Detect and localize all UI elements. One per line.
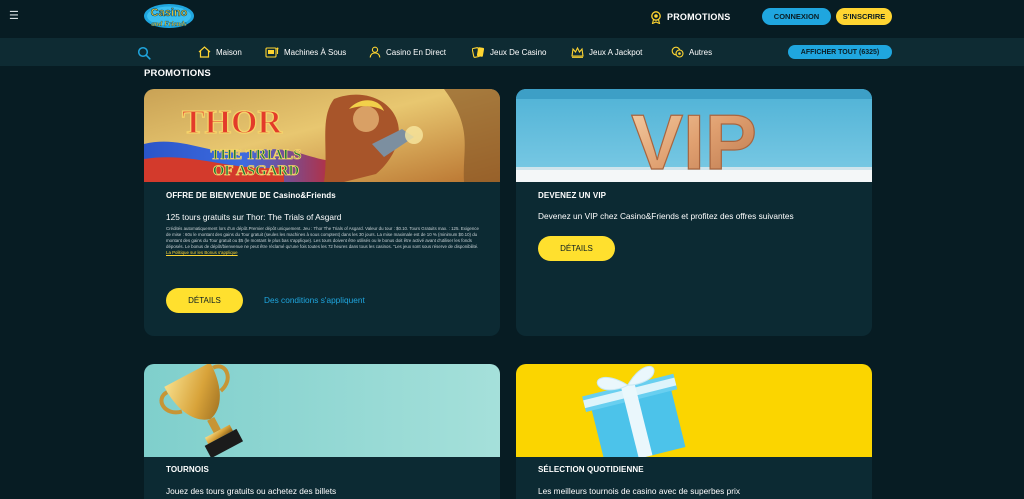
terms-text: Crédités automatiquement lors d'un dépôt… — [166, 226, 479, 249]
nav-item-autres[interactable]: Autres — [671, 44, 712, 60]
card-title: TOURNOIS — [166, 465, 209, 474]
thor-banner-image: THOR THE TRIALS OF ASGARD — [144, 89, 500, 182]
promotions-label: PROMOTIONS — [667, 12, 731, 22]
nav-item-jeux-a-jackpot[interactable]: Jeux A Jackpot — [571, 44, 642, 60]
nav-item-label: Casino En Direct — [386, 47, 447, 57]
gift-banner-image — [516, 364, 872, 457]
card-title: DEVENEZ UN VIP — [538, 191, 607, 200]
card-subtitle: Les meilleurs tournois de casino avec de… — [538, 486, 740, 496]
vip-banner-image: VIP — [516, 89, 872, 182]
nav-item-label: Jeux De Casino — [490, 47, 547, 57]
show-all-games-button[interactable]: AFFICHER TOUT (6325) — [788, 45, 892, 59]
nav-item-maison[interactable]: Maison — [198, 44, 242, 60]
promo-card-tournaments: TOURNOIS Jouez des tours gratuits ou ach… — [144, 364, 500, 499]
logo[interactable]: Casino and Friends — [141, 2, 197, 34]
banner-subtitle-text-2: OF ASGARD — [213, 163, 300, 179]
banner-subtitle-text-1: THE TRIALS — [210, 147, 301, 163]
menu-icon[interactable]: ☰ — [9, 11, 19, 22]
jackpot-icon — [571, 46, 584, 58]
card-subtitle: Jouez des tours gratuits ou achetez des … — [166, 486, 337, 496]
login-button[interactable]: CONNEXION — [762, 8, 831, 25]
slot-machine-icon — [265, 47, 279, 58]
promo-card-vip: VIP DEVENEZ UN VIP Devenez un VIP chez C… — [516, 89, 872, 336]
top-bar: ☰ Casino and Friends PROMOTIONS CONNEXIO… — [0, 0, 1024, 38]
promo-card-daily-selection: SÉLECTION QUOTIDIENNE Les meilleurs tour… — [516, 364, 872, 499]
details-button[interactable]: DÉTAILS — [538, 236, 615, 261]
nav-item-label: Machines À Sous — [284, 47, 347, 57]
cards-icon — [472, 47, 485, 58]
nav-item-jeux-de-casino[interactable]: Jeux De Casino — [472, 44, 546, 60]
vip-banner-text: VIP — [631, 98, 757, 182]
promo-card-welcome: THOR THE TRIALS OF ASGARD OFFRE DE BIENV… — [144, 89, 500, 336]
award-icon — [651, 11, 661, 24]
nav-item-machines-a-sous[interactable]: Machines À Sous — [265, 44, 346, 60]
conditions-link[interactable]: Des conditions s'appliquent — [264, 295, 365, 305]
nav-item-label: Jeux A Jackpot — [589, 47, 643, 57]
logo-text-main: Casino — [151, 7, 188, 19]
card-title: SÉLECTION QUOTIDIENNE — [538, 465, 644, 474]
signup-button[interactable]: S'INSCRIRE — [836, 8, 892, 25]
card-title: OFFRE DE BIENVENUE DE Casino&Friends — [166, 191, 336, 200]
logo-text-sub: and Friends — [151, 20, 186, 28]
card-subtitle: Devenez un VIP chez Casino&Friends et pr… — [538, 211, 794, 221]
home-icon — [198, 46, 211, 58]
nav-item-label: Maison — [216, 47, 242, 57]
search-icon[interactable] — [137, 46, 151, 60]
bonus-policy-link[interactable]: La Politique sur les Bonus s'applique — [166, 250, 238, 255]
nav-item-casino-en-direct[interactable]: Casino En Direct — [369, 44, 446, 60]
nav-item-label: Autres — [689, 47, 713, 57]
promotions-link[interactable]: PROMOTIONS — [649, 9, 731, 25]
banner-title-text: THOR — [182, 104, 283, 141]
page-title: PROMOTIONS — [144, 68, 211, 79]
details-button[interactable]: DÉTAILS — [166, 288, 243, 313]
trophy-banner-image — [144, 364, 500, 457]
card-subtitle: 125 tours gratuits sur Thor: The Trials … — [166, 212, 342, 222]
chips-icon — [671, 46, 684, 58]
live-dealer-icon — [369, 46, 381, 58]
card-terms: Crédités automatiquement lors d'un dépôt… — [166, 226, 481, 256]
